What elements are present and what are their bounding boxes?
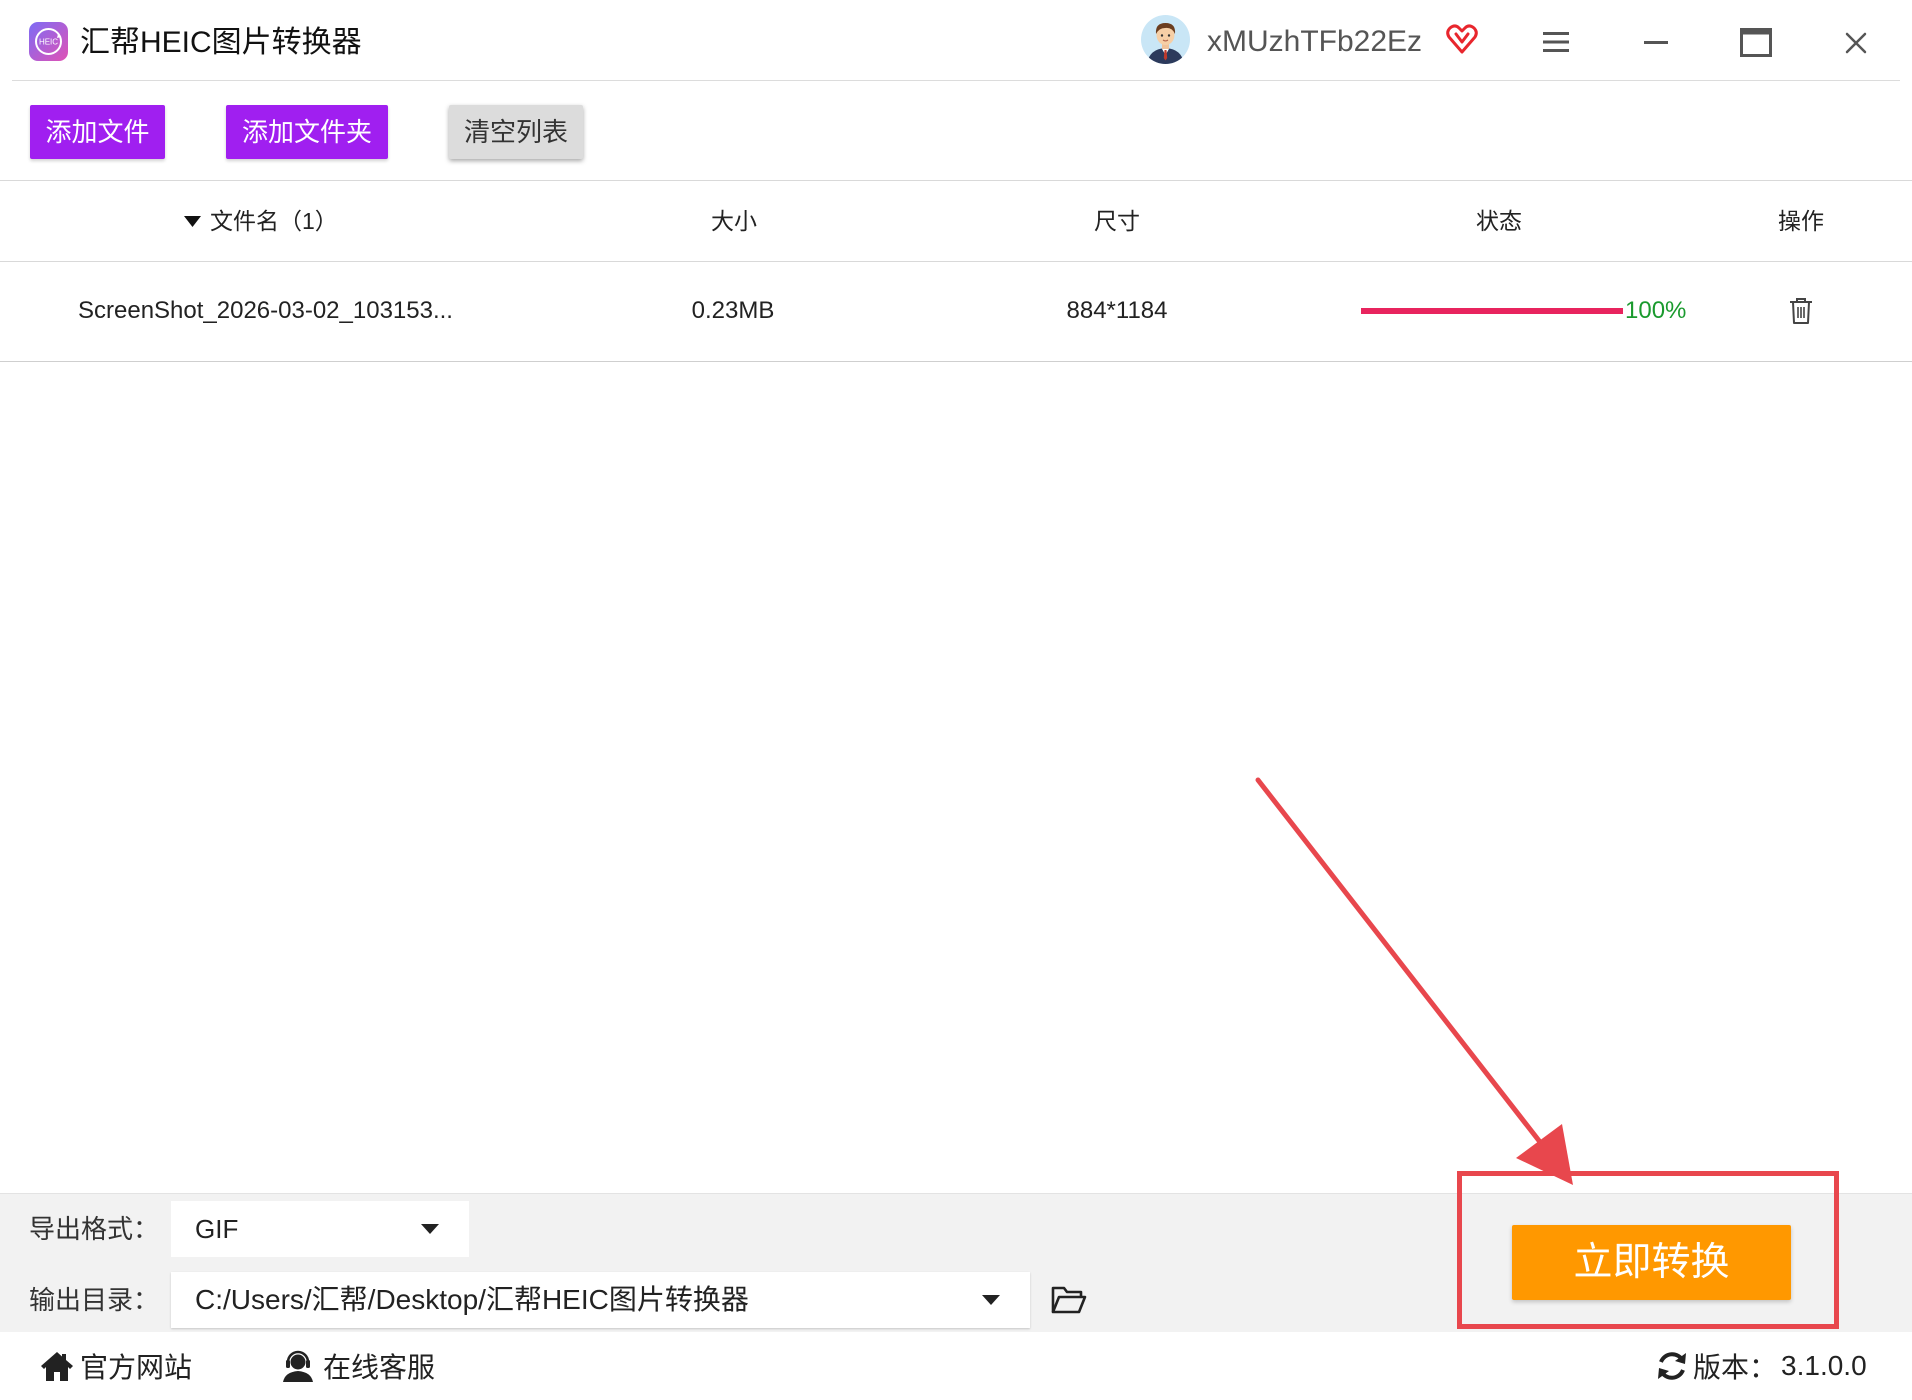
progress-bar-fill bbox=[1361, 308, 1623, 314]
user-avatar-icon[interactable] bbox=[1141, 15, 1190, 64]
minimize-icon[interactable] bbox=[1644, 41, 1668, 44]
refresh-icon[interactable] bbox=[1655, 1349, 1689, 1383]
export-format-value: GIF bbox=[195, 1214, 239, 1244]
version-value: 3.1.0.0 bbox=[1781, 1350, 1867, 1381]
table-row-border bbox=[0, 361, 1912, 362]
column-header-status: 状态 bbox=[1476, 208, 1522, 234]
caret-down-icon[interactable] bbox=[982, 1295, 1000, 1305]
column-header-filename-label: 文件名（1） bbox=[210, 208, 338, 234]
official-website-label[interactable]: 官方网站 bbox=[80, 1346, 192, 1386]
sort-desc-icon[interactable] bbox=[184, 215, 201, 227]
username[interactable]: xMUzhTFb22Ez bbox=[1207, 22, 1422, 62]
caret-down-icon[interactable] bbox=[421, 1224, 439, 1234]
hamburger-menu-icon[interactable] bbox=[1543, 30, 1569, 54]
clear-list-button[interactable]: 清空列表 bbox=[449, 105, 583, 159]
trash-icon[interactable] bbox=[1789, 297, 1813, 325]
vip-heart-icon[interactable] bbox=[1444, 20, 1480, 56]
column-header-filename[interactable]: 文件名（1） bbox=[184, 205, 338, 237]
close-icon[interactable] bbox=[1845, 32, 1867, 54]
maximize-icon[interactable] bbox=[1740, 28, 1772, 57]
column-header-size: 大小 bbox=[711, 208, 757, 234]
folder-open-icon[interactable] bbox=[1051, 1284, 1087, 1316]
app-title: 汇帮HEIC图片转换器 bbox=[80, 26, 362, 59]
title-bar: HEIC 汇帮HEIC图片转换器 xMUzhTFb22Ez bbox=[0, 0, 1912, 80]
annotation-highlight-box bbox=[1457, 1171, 1839, 1329]
online-support-label[interactable]: 在线客服 bbox=[323, 1346, 435, 1386]
heic-logo-icon: HEIC bbox=[29, 22, 68, 61]
output-dir-value: C:/Users/汇帮/Desktop/汇帮HEIC图片转换器 bbox=[195, 1284, 749, 1315]
version-label: 版本： bbox=[1693, 1352, 1778, 1383]
output-dir-label: 输出目录： bbox=[29, 1285, 160, 1315]
file-name-cell: ScreenShot_2026-03-02_103153... bbox=[78, 297, 453, 324]
footer: 官方网站 在线客服 版本： 3.1.0.0 bbox=[0, 1332, 1912, 1400]
logo-text: HEIC bbox=[39, 38, 58, 47]
add-file-button[interactable]: 添加文件 bbox=[30, 105, 165, 159]
annotation-arrow-shaft bbox=[1255, 777, 1543, 1145]
progress-bar bbox=[1361, 308, 1623, 314]
export-format-select[interactable]: GIF bbox=[171, 1201, 469, 1257]
toolbar: 添加文件 添加文件夹 清空列表 bbox=[0, 81, 1912, 180]
home-icon[interactable] bbox=[40, 1350, 74, 1382]
official-website-link[interactable]: 官方网站 bbox=[40, 1332, 192, 1400]
add-folder-button[interactable]: 添加文件夹 bbox=[226, 105, 388, 159]
file-size-cell: 0.23MB bbox=[691, 297, 775, 324]
customer-service-icon[interactable] bbox=[281, 1349, 315, 1383]
online-support-link[interactable]: 在线客服 bbox=[281, 1332, 435, 1400]
output-dir-select[interactable]: C:/Users/汇帮/Desktop/汇帮HEIC图片转换器 bbox=[171, 1272, 1030, 1328]
column-header-dimensions: 尺寸 bbox=[1094, 208, 1140, 234]
app-window: HEIC 汇帮HEIC图片转换器 xMUzhTFb22Ez 添加文件 添加文件夹… bbox=[0, 0, 1912, 1400]
column-header-actions: 操作 bbox=[1778, 208, 1824, 234]
version-info: 版本： 3.1.0.0 bbox=[1655, 1332, 1867, 1400]
file-dimensions-cell: 884*1184 bbox=[1066, 297, 1168, 324]
table-header: 文件名（1） 大小 尺寸 状态 操作 bbox=[0, 181, 1912, 261]
progress-percent: 100% bbox=[1625, 297, 1687, 324]
table-row[interactable]: ScreenShot_2026-03-02_103153... 0.23MB 8… bbox=[0, 262, 1912, 361]
export-format-label: 导出格式： bbox=[29, 1214, 160, 1244]
